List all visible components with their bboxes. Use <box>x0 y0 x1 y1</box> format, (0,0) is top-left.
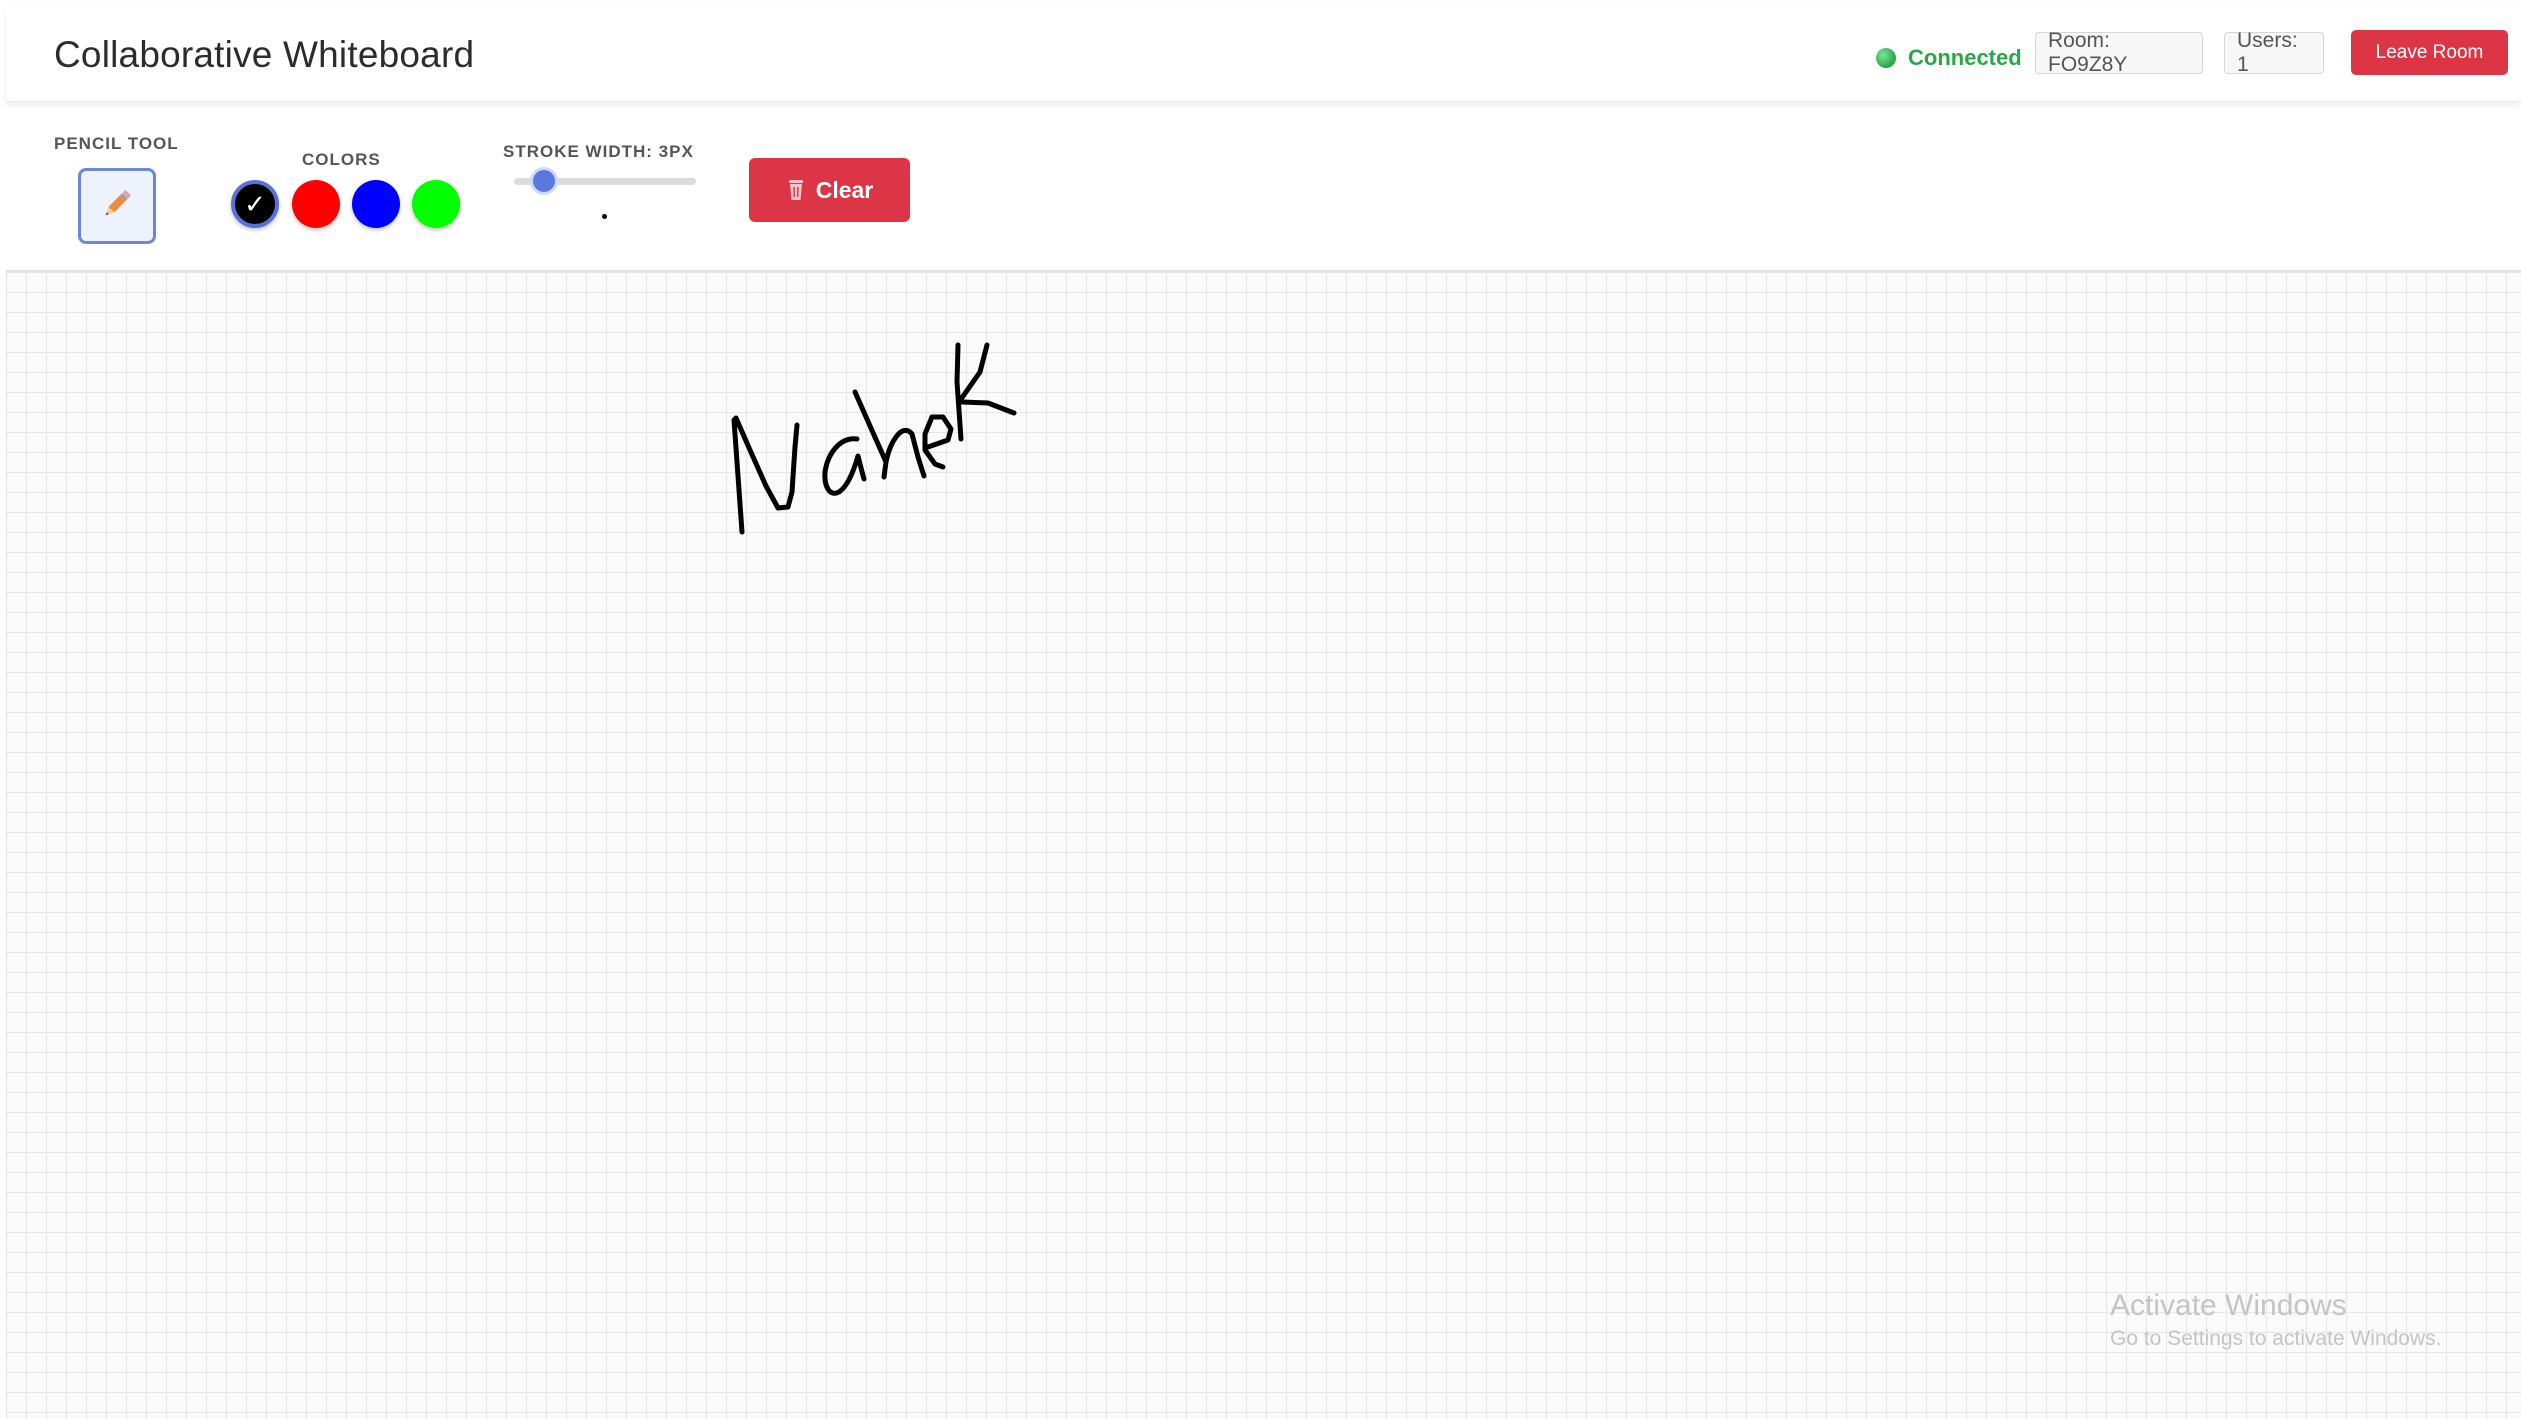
header-bar: Collaborative Whiteboard Connected Room:… <box>6 6 2521 102</box>
drawing-canvas[interactable] <box>6 272 2521 1419</box>
stroke-width-label: Stroke Width: 3px <box>503 142 694 161</box>
connection-status: Connected <box>1876 44 2022 72</box>
room-badge: Room: FO9Z8Y <box>2035 29 2203 76</box>
color-swatch-red[interactable] <box>292 180 340 228</box>
colors-label: Colors <box>302 150 381 169</box>
pencil-tool-label: Pencil Tool <box>54 134 179 153</box>
color-swatch-green[interactable] <box>412 180 460 228</box>
app-title: Collaborative Whiteboard <box>54 34 475 75</box>
whiteboard-app: Collaborative Whiteboard Connected Room:… <box>6 6 2521 1419</box>
color-swatch-blue[interactable] <box>352 180 400 228</box>
status-text: Connected <box>1908 45 2022 70</box>
color-swatch-black[interactable]: ✓ <box>231 180 279 228</box>
stroke-width-preview-dot <box>602 214 607 219</box>
pencil-tool-button[interactable] <box>78 168 156 244</box>
leave-room-button[interactable]: Leave Room <box>2351 30 2508 75</box>
trash-icon <box>786 179 806 201</box>
pencil-icon <box>98 185 136 228</box>
stroke-width-slider-thumb[interactable] <box>530 167 559 195</box>
clear-button-label: Clear <box>815 176 874 203</box>
clear-button[interactable]: Clear <box>749 158 910 222</box>
users-badge: Users: 1 <box>2224 29 2324 76</box>
handwritten-mahek-drawing <box>731 342 1017 535</box>
toolbar: Pencil Tool Colors ✓ Stroke Wi <box>6 104 2521 272</box>
status-dot-icon <box>1876 48 1896 68</box>
checkmark-icon: ✓ <box>244 188 266 219</box>
